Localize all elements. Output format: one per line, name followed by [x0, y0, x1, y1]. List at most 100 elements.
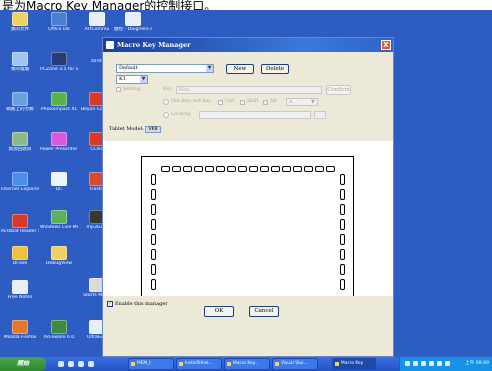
quick-launch-icon[interactable]	[78, 361, 84, 367]
key-field[interactable]: Nou	[176, 86, 322, 94]
tray-icon[interactable]	[405, 361, 410, 366]
macro-key-button[interactable]	[293, 166, 302, 172]
desktop-icon-dr[interactable]: Dr.exe	[1, 246, 39, 266]
macro-key-button[interactable]	[151, 174, 156, 185]
desktop-icon-label: Acrobat Reader 5.1	[1, 229, 39, 234]
macro-key-button[interactable]	[216, 166, 225, 172]
desktop-icon-recycle-bin[interactable]: 資源回收筒	[1, 132, 39, 152]
firefox-icon	[12, 320, 28, 334]
desktop-icon-label: Power Presenter RE	[40, 147, 78, 152]
hot-key-radio[interactable]	[163, 99, 169, 105]
chevron-down-icon[interactable]: ▼	[140, 76, 147, 83]
adaware-icon	[51, 320, 67, 334]
macro-key-button[interactable]	[315, 166, 324, 172]
macro-key-button[interactable]	[238, 166, 247, 172]
quick-launch-icon[interactable]	[58, 361, 64, 367]
desktop-icon-label: 資源回收筒	[8, 147, 32, 152]
macro-key-button[interactable]	[340, 204, 345, 215]
shift-checkbox[interactable]	[240, 100, 245, 105]
macro-key-button[interactable]	[151, 234, 156, 245]
new-button[interactable]: New	[226, 64, 254, 74]
desktop-icon-power-presenter[interactable]: Power Presenter RE	[40, 132, 78, 152]
quick-launch-icon[interactable]	[68, 361, 74, 367]
taskbar-button-macro-key-2[interactable]: Macro Key	[332, 358, 376, 370]
desktop-icon-artcommu[interactable]: ArtCommu	[78, 12, 116, 32]
locking-radio[interactable]	[163, 112, 169, 118]
tray-icon[interactable]	[429, 361, 434, 366]
macro-key-button[interactable]	[151, 264, 156, 275]
macro-key-button[interactable]	[151, 189, 156, 200]
macro-key-button[interactable]	[194, 166, 203, 172]
taskbar-button-mem[interactable]: MEM_t	[128, 358, 174, 370]
desktop-icon-label: Ad-aware 6.0	[43, 335, 75, 340]
ctrl-checkbox[interactable]	[218, 100, 223, 105]
desktop-icon-ie[interactable]: Internet Explorer	[1, 172, 39, 192]
macro-key-button[interactable]	[340, 279, 345, 290]
macro-key-button[interactable]	[227, 166, 236, 172]
locking-field[interactable]	[199, 111, 311, 119]
macro-key-button[interactable]	[340, 249, 345, 260]
desktop-icon-pczone[interactable]: PCZone 3.5 for VK700	[40, 52, 78, 72]
key-field-value: Nou	[179, 88, 190, 93]
macro-key-button[interactable]	[282, 166, 291, 172]
system-tray: 上午 09:49	[399, 357, 492, 371]
hot-key-select[interactable]: A ▼	[286, 98, 318, 106]
chevron-down-icon[interactable]: ▼	[206, 65, 213, 72]
setting-checkbox[interactable]	[116, 87, 121, 92]
macro-key-button[interactable]	[340, 189, 345, 200]
clock[interactable]: 上午 09:49	[465, 357, 489, 371]
quick-launch-icon[interactable]	[88, 361, 94, 367]
desktop-icon-live-messenger[interactable]: Windows Live Messenger	[40, 210, 78, 230]
tray-icon[interactable]	[421, 361, 426, 366]
confirm-button[interactable]: Confirm	[326, 85, 351, 95]
taskbar-button-visual-studio[interactable]: Visual Stui...	[272, 358, 318, 370]
macro-key-button[interactable]	[183, 166, 192, 172]
taskbar-button-installshield[interactable]: InstallShiel...	[176, 358, 222, 370]
desktop-icon-my-computer[interactable]: 我的電腦	[1, 52, 39, 72]
desktop-icon-dsignere[interactable]: 捷徑 - DSignere.exe	[114, 12, 152, 32]
desktop-icon-photoimpact[interactable]: PhotoImpact XL	[40, 92, 78, 112]
browse-button[interactable]	[314, 111, 326, 119]
macro-key-button[interactable]	[340, 174, 345, 185]
desktop-icon-label: Windows Live Messenger	[40, 225, 78, 230]
macro-key-button[interactable]	[326, 166, 335, 172]
tray-icon[interactable]	[445, 361, 450, 366]
close-button[interactable]: X	[381, 40, 391, 50]
ok-button[interactable]: OK	[204, 306, 234, 317]
macro-key-button[interactable]	[151, 279, 156, 290]
dialog-titlebar[interactable]: Macro Key Manager X	[103, 38, 393, 52]
macro-key-button[interactable]	[172, 166, 181, 172]
macro-key-button[interactable]	[249, 166, 258, 172]
macro-key-button[interactable]	[151, 249, 156, 260]
macro-key-button[interactable]	[205, 166, 214, 172]
macro-key-button[interactable]	[151, 219, 156, 230]
profile-select[interactable]: Default ▼	[116, 64, 214, 73]
cancel-button[interactable]: Cancel	[249, 306, 279, 317]
delete-button[interactable]: Delete	[261, 64, 289, 74]
key-select[interactable]: K1 ▼	[116, 75, 148, 84]
macro-key-button[interactable]	[340, 219, 345, 230]
alt-checkbox[interactable]	[263, 100, 268, 105]
tray-icon[interactable]	[413, 361, 418, 366]
macro-key-button[interactable]	[304, 166, 313, 172]
start-button[interactable]: 開始	[0, 357, 46, 371]
desktop-icon-qc[interactable]: QC	[40, 172, 78, 192]
desktop-icon-firefox[interactable]: Mozilla Firefox	[1, 320, 39, 340]
taskbar-button-macro-key-1[interactable]: Macro Key...	[224, 358, 270, 370]
desktop-icon-debugview[interactable]: DebugView	[40, 246, 78, 266]
macro-key-button[interactable]	[340, 264, 345, 275]
desktop-icon-my-documents[interactable]: 我的文件	[1, 12, 39, 32]
macro-key-button[interactable]	[271, 166, 280, 172]
desktop-icon-acrobat[interactable]: Acrobat Reader 5.1	[1, 214, 39, 234]
macro-key-button[interactable]	[161, 166, 170, 172]
desktop-icon-label: Office Ink	[48, 27, 70, 32]
macro-key-button[interactable]	[260, 166, 269, 172]
tray-icon[interactable]	[437, 361, 442, 366]
desktop-icon-adaware[interactable]: Ad-aware 6.0	[40, 320, 78, 340]
macro-key-button[interactable]	[151, 204, 156, 215]
desktop-icon-network[interactable]: 網路上的芳鄰	[1, 92, 39, 112]
desktop-icon-free-notes[interactable]: Free Notes	[1, 280, 39, 300]
enable-manager-checkbox[interactable]: ✓	[107, 301, 113, 307]
desktop-icon-office-ink[interactable]: Office Ink	[40, 12, 78, 32]
macro-key-button[interactable]	[340, 234, 345, 245]
